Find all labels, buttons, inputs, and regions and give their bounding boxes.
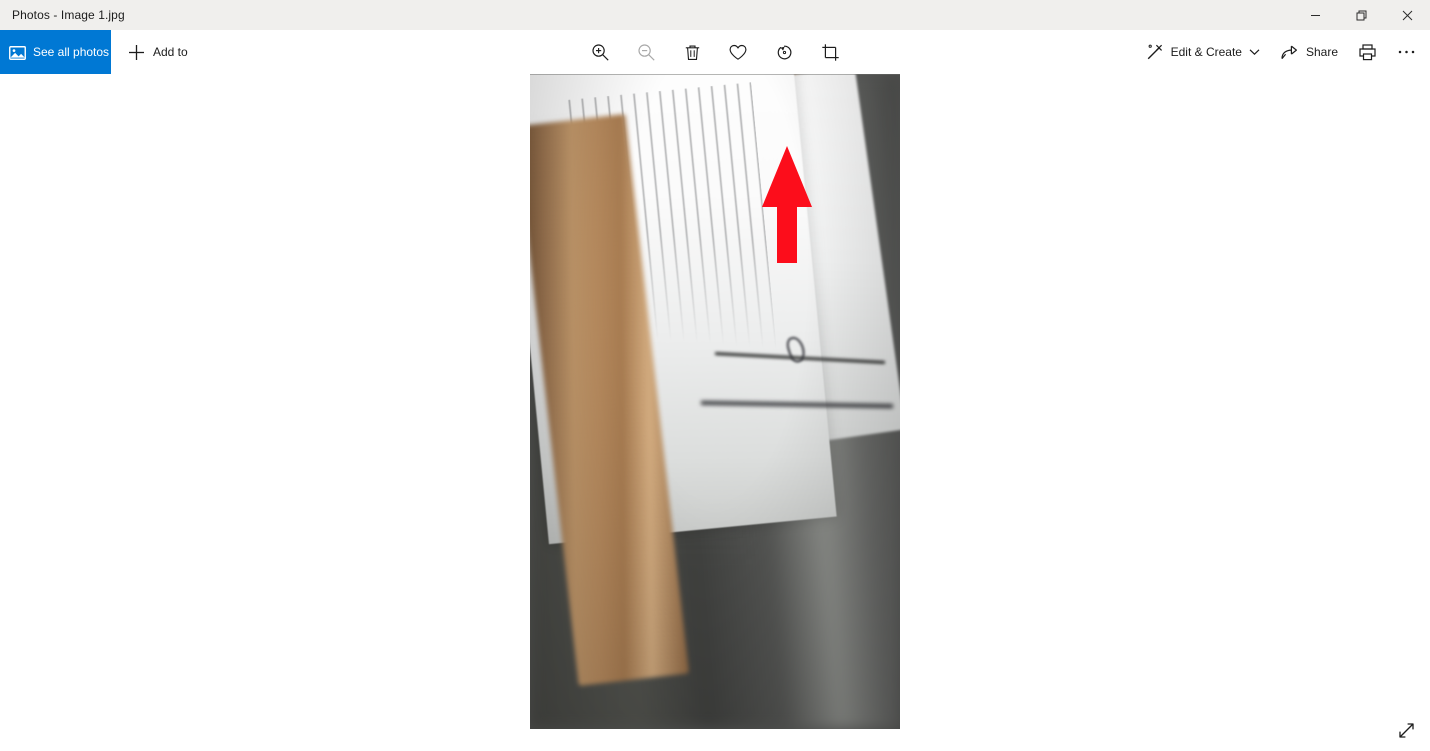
expand-diagonal-icon [1398,722,1414,738]
window-title: Photos - Image 1.jpg [12,8,125,22]
see-all-photos-button[interactable]: See all photos [0,30,111,74]
delete-button[interactable] [669,32,715,72]
add-to-label: Add to [153,45,188,59]
photos-icon [9,45,26,60]
restore-button[interactable] [1338,0,1384,30]
edit-and-create-label: Edit & Create [1170,45,1242,59]
ellipsis-icon [1398,50,1415,54]
full-screen-button[interactable] [1388,714,1424,746]
zoom-in-button[interactable] [577,32,623,72]
crop-icon [821,43,839,61]
rotate-button[interactable] [761,32,807,72]
trash-icon [685,45,699,60]
photo-content [530,74,900,729]
close-button[interactable] [1384,0,1430,30]
chevron-down-icon [1249,49,1260,56]
share-label: Share [1305,45,1338,59]
window-controls [1292,0,1430,30]
command-bar: See all photos Add to Edit & Create Shar… [0,30,1430,74]
close-icon [1402,10,1412,20]
crop-button[interactable] [807,32,853,72]
heart-icon [729,44,747,60]
favorite-button[interactable] [715,32,761,72]
share-icon [1281,45,1297,59]
print-button[interactable] [1348,32,1387,72]
plus-icon [129,44,144,60]
share-button[interactable]: Share [1270,32,1348,72]
see-all-photos-label: See all photos [33,45,110,59]
minimize-icon [1310,14,1320,16]
title-bar: Photos - Image 1.jpg [0,0,1430,30]
magnifier-minus-icon [637,43,655,61]
magnifier-plus-icon [591,43,609,61]
restore-icon [1356,10,1366,20]
rotate-icon [777,45,791,59]
magic-wand-icon [1147,44,1162,60]
add-to-button[interactable]: Add to [118,30,198,74]
printer-icon [1359,43,1376,60]
photo-image[interactable] [530,74,900,729]
photo-vignette [530,74,900,729]
see-more-button[interactable] [1387,32,1426,72]
zoom-out-button[interactable] [623,32,669,72]
right-toolbar: Edit & Create Share [1136,30,1426,74]
edit-and-create-button[interactable]: Edit & Create [1136,32,1270,72]
minimize-button[interactable] [1292,0,1338,30]
photo-viewer-stage [0,74,1430,751]
